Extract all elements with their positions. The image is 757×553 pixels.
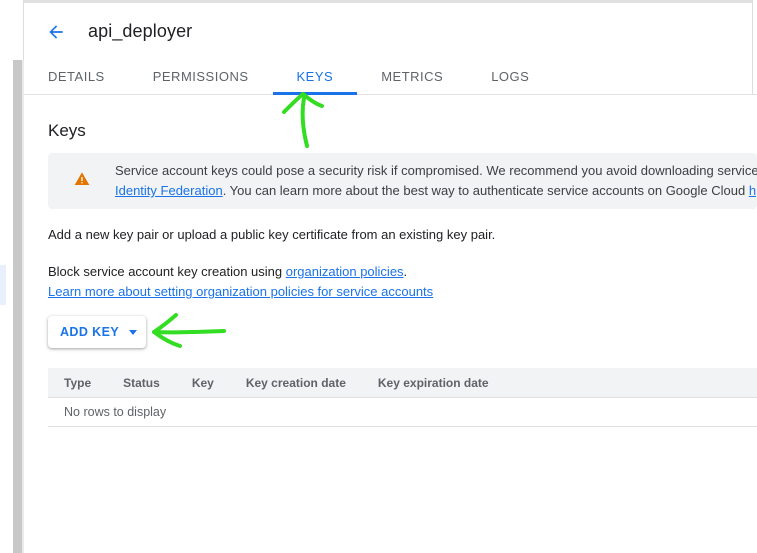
left-gutter-top xyxy=(0,0,24,60)
warning-text-line1: Service account keys could pose a securi… xyxy=(115,163,757,178)
learn-more-link[interactable]: Learn more about setting organization po… xyxy=(48,284,433,299)
tab-bar: DETAILS PERMISSIONS KEYS METRICS LOGS xyxy=(24,58,757,95)
keys-table: Type Status Key Key creation date Key ex… xyxy=(48,368,757,427)
tab-permissions[interactable]: PERMISSIONS xyxy=(129,58,273,94)
intro-text: Add a new key pair or upload a public ke… xyxy=(48,227,496,242)
column-key[interactable]: Key xyxy=(176,376,230,390)
page-header: api_deployer xyxy=(24,3,752,60)
warning-icon xyxy=(74,172,90,185)
section-title: Keys xyxy=(48,121,86,140)
page-title: api_deployer xyxy=(88,21,193,41)
block-policy-text: Block service account key creation using… xyxy=(48,262,433,302)
warning-text: Service account keys could pose a securi… xyxy=(115,161,757,201)
add-key-button[interactable]: ADD KEY xyxy=(48,316,146,348)
tab-metrics[interactable]: METRICS xyxy=(357,58,467,94)
block-policy-label: Block service account key creation using xyxy=(48,264,283,279)
left-scrollbar[interactable] xyxy=(13,60,22,553)
table-header: Type Status Key Key creation date Key ex… xyxy=(48,368,757,398)
security-warning-banner: Service account keys could pose a securi… xyxy=(48,153,757,209)
tab-details[interactable]: DETAILS xyxy=(24,58,129,94)
identity-federation-link[interactable]: Identity Federation xyxy=(115,183,223,198)
app-frame: api_deployer DETAILS PERMISSIONS KEYS ME… xyxy=(0,0,757,553)
column-type[interactable]: Type xyxy=(48,376,107,390)
left-divider xyxy=(22,60,24,553)
back-button[interactable] xyxy=(36,12,76,52)
warning-text-line2: . You can learn more about the best way … xyxy=(222,183,746,198)
caret-down-icon xyxy=(129,329,138,335)
tab-logs[interactable]: LOGS xyxy=(467,58,553,94)
annotation-arrow-left-icon xyxy=(152,313,226,348)
column-key-creation-date[interactable]: Key creation date xyxy=(230,376,362,390)
annotation-arrow-up-icon xyxy=(282,92,324,148)
block-policy-period: . xyxy=(403,264,408,279)
add-key-label: ADD KEY xyxy=(60,325,120,339)
organization-policies-link[interactable]: organization policies xyxy=(286,264,404,279)
column-key-expiration-date[interactable]: Key expiration date xyxy=(362,376,505,390)
left-nav-selection xyxy=(0,265,6,305)
arrow-back-icon xyxy=(49,24,63,39)
truncated-link[interactable]: h xyxy=(749,183,756,198)
column-status[interactable]: Status xyxy=(107,376,176,390)
empty-table-message: No rows to display xyxy=(48,398,757,427)
